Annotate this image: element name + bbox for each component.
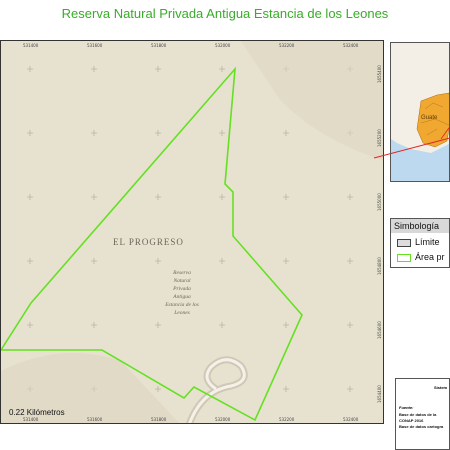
inset-map[interactable]: Guate: [390, 42, 450, 182]
coord-right-4: 1654600: [377, 321, 382, 339]
coord-right-5: 1654400: [377, 385, 382, 403]
info-line-1: CONAP 2016: [399, 418, 424, 423]
coord-bottom-3: 532000: [215, 417, 231, 422]
reserve-label-line-4: Estancia de los: [165, 302, 199, 308]
scale-bar-label: 0.22 Kilómetros: [9, 408, 65, 417]
info-system: Sistem: [434, 385, 448, 390]
coord-top-4: 532200: [279, 43, 295, 48]
inset-country-label: Guate: [421, 115, 438, 121]
info-line-0: Base de datos de la: [399, 412, 437, 417]
legend-title: Simbología: [391, 219, 449, 233]
legend-swatch-area: [397, 253, 411, 262]
info-panel: Sistem Fuente: Base de datos de la CONAP…: [395, 378, 450, 450]
coord-top-5: 532400: [343, 43, 359, 48]
legend-label-limite: Límite: [415, 237, 440, 247]
coord-bottom-2: 531800: [151, 417, 167, 422]
coord-right-1: 1655200: [377, 129, 382, 147]
coord-top-1: 531600: [87, 43, 103, 48]
coord-bottom-5: 532400: [343, 417, 359, 422]
coord-top-0: 531400: [23, 43, 39, 48]
coord-right-2: 1655000: [377, 193, 382, 211]
legend-item-limite: Límite: [397, 237, 440, 247]
coord-top-3: 532000: [215, 43, 231, 48]
legend-panel: Simbología Límite Área pr: [390, 218, 450, 268]
coord-bottom-0: 531400: [23, 417, 39, 422]
main-map[interactable]: 531400 531600 531800 532000 532200 53240…: [0, 40, 384, 424]
reserve-label-line-3: Antigua: [173, 294, 191, 300]
region-label: EL PROGRESO: [113, 237, 184, 247]
reserve-label-line-5: Leones: [174, 310, 190, 316]
reserve-label: Reserva Natural Privada Antigua Estancia…: [153, 269, 211, 317]
reserve-label-line-0: Reserva: [173, 270, 191, 276]
info-line-2: Base de datos cartogra: [399, 424, 444, 429]
coord-bottom-4: 532200: [279, 417, 295, 422]
info-source-label: Fuente:: [399, 405, 414, 410]
map-title: Reserva Natural Privada Antigua Estancia…: [61, 6, 389, 21]
legend-item-area: Área pr: [397, 252, 445, 262]
coord-top-2: 531800: [151, 43, 167, 48]
inset-canvas: [391, 43, 449, 181]
coord-bottom-1: 531600: [87, 417, 103, 422]
reserve-label-line-2: Privada: [173, 286, 191, 292]
legend-label-area: Área pr: [415, 252, 445, 262]
coord-right-3: 1654800: [377, 257, 382, 275]
reserve-label-line-1: Natural: [173, 278, 191, 284]
legend-swatch-limite: [397, 238, 411, 247]
coord-right-0: 1655400: [377, 65, 382, 83]
map-canvas: [1, 41, 383, 423]
